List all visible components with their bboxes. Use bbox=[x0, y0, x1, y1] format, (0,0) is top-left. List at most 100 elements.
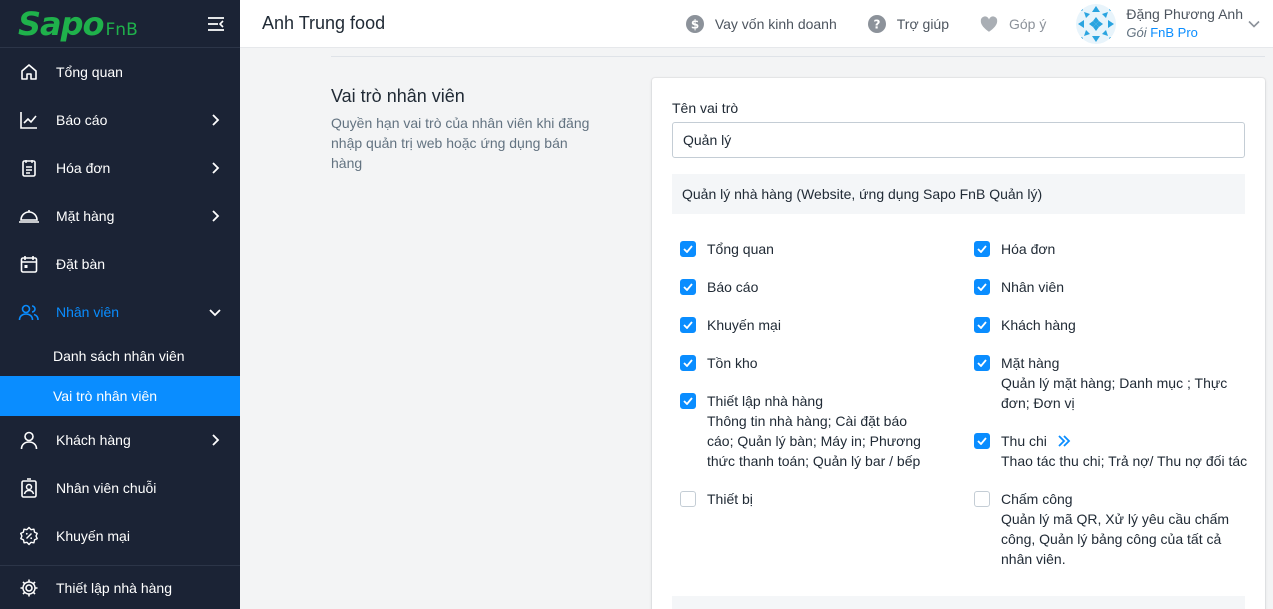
user-menu[interactable]: Đặng Phương Anh Gói FnB Pro bbox=[1076, 3, 1261, 44]
permission-cashbook[interactable]: Thu chi Thao tác thu chi; Trả nợ/ Thu nợ… bbox=[974, 432, 1254, 471]
permission-restaurant-settings[interactable]: Thiết lập nhà hàng Thông tin nhà hàng; C… bbox=[680, 392, 930, 471]
permission-devices[interactable]: Thiết bị bbox=[680, 490, 753, 508]
checkbox-checked[interactable] bbox=[974, 241, 990, 257]
permission-text: Khách hàng bbox=[1001, 316, 1076, 334]
feedback-link[interactable]: Góp ý bbox=[979, 14, 1046, 34]
permission-description: Quản lý mã QR, Xử lý yêu cầu chấm công, … bbox=[1001, 511, 1230, 567]
chart-line-icon bbox=[18, 109, 40, 131]
sidebar-item-label: Khuyến mại bbox=[56, 528, 130, 544]
permission-title: Chấm công bbox=[1001, 491, 1073, 507]
sidebar-item-restaurant-settings[interactable]: Thiết lập nhà hàng bbox=[0, 565, 240, 609]
permission-text: Mặt hàng Quản lý mặt hàng; Danh mục ; Th… bbox=[1001, 354, 1234, 413]
checkbox-checked[interactable] bbox=[974, 433, 990, 449]
store-name: Anh Trung food bbox=[262, 13, 386, 33]
permission-title: Hóa đơn bbox=[1001, 241, 1056, 257]
sidebar-item-customers[interactable]: Khách hàng bbox=[0, 416, 240, 464]
permission-text: Tổng quan bbox=[707, 240, 774, 258]
sidebar-item-promotions[interactable]: Khuyến mại bbox=[0, 512, 240, 560]
top-header: Anh Trung food $ Vay vốn kinh doanh ? Tr… bbox=[240, 0, 1273, 48]
role-name-input[interactable] bbox=[672, 122, 1245, 158]
permission-products[interactable]: Mặt hàng Quản lý mặt hàng; Danh mục ; Th… bbox=[974, 354, 1234, 413]
sidebar-subitem-label: Danh sách nhân viên bbox=[53, 348, 185, 364]
checkbox-checked[interactable] bbox=[974, 355, 990, 371]
chevron-right-icon bbox=[208, 113, 222, 127]
business-loan-label: Vay vốn kinh doanh bbox=[714, 15, 837, 32]
help-label: Trợ giúp bbox=[896, 15, 949, 32]
sidebar-item-label: Tổng quan bbox=[56, 64, 123, 80]
checkbox-unchecked[interactable] bbox=[680, 491, 696, 507]
permission-description: Thao tác thu chi; Trả nợ/ Thu nợ đối tác bbox=[1001, 453, 1248, 469]
checkbox-unchecked[interactable] bbox=[974, 491, 990, 507]
sidebar-subitem-staff-list[interactable]: Danh sách nhân viên bbox=[0, 336, 240, 376]
sidebar-item-label: Khách hàng bbox=[56, 432, 131, 448]
permission-description: Thông tin nhà hàng; Cài đặt báo cáo; Quả… bbox=[707, 413, 921, 469]
badge-icon bbox=[18, 477, 40, 499]
permission-inventory[interactable]: Tồn kho bbox=[680, 354, 758, 372]
permission-text: Hóa đơn bbox=[1001, 240, 1055, 258]
sidebar-subitem-label: Vai trò nhân viên bbox=[53, 388, 158, 404]
permission-overview[interactable]: Tổng quan bbox=[680, 240, 774, 258]
permission-customers[interactable]: Khách hàng bbox=[974, 316, 1076, 334]
user-name: Đặng Phương Anh bbox=[1126, 5, 1243, 22]
permission-group-header: Quản lý nhà hàng (Website, ứng dụng Sapo… bbox=[672, 174, 1245, 214]
sidebar-item-products[interactable]: Mặt hàng bbox=[0, 192, 240, 240]
logo-main-text: Sapo bbox=[18, 4, 105, 43]
checkbox-checked[interactable] bbox=[974, 317, 990, 333]
help-link[interactable]: ? Trợ giúp bbox=[867, 14, 949, 34]
permission-title: Nhân viên bbox=[1001, 279, 1065, 295]
sidebar-item-invoices[interactable]: Hóa đơn bbox=[0, 144, 240, 192]
sidebar-item-overview[interactable]: Tổng quan bbox=[0, 48, 240, 96]
avatar bbox=[1076, 3, 1117, 44]
permission-title-row: Thu chi bbox=[1001, 432, 1247, 450]
checkbox-checked[interactable] bbox=[680, 355, 696, 371]
permission-text: Tồn kho bbox=[707, 354, 758, 372]
business-loan-link[interactable]: $ Vay vốn kinh doanh bbox=[685, 14, 837, 34]
sidebar-subitem-staff-roles[interactable]: Vai trò nhân viên bbox=[0, 376, 240, 416]
divider bbox=[331, 56, 1265, 57]
permission-timekeeping[interactable]: Chấm công Quản lý mã QR, Xử lý yêu cầu c… bbox=[974, 490, 1234, 569]
user-text: Đặng Phương Anh Gói FnB Pro bbox=[1126, 5, 1243, 43]
checkbox-checked[interactable] bbox=[680, 393, 696, 409]
permission-text: Nhân viên bbox=[1001, 278, 1064, 296]
cloche-icon bbox=[18, 205, 40, 227]
home-icon bbox=[18, 61, 40, 83]
permission-text: Thiết bị bbox=[707, 490, 753, 508]
double-chevron-right-icon[interactable] bbox=[1057, 434, 1071, 448]
role-form-card: Tên vai trò Quản lý nhà hàng (Website, ứ… bbox=[652, 78, 1265, 609]
permission-promotions[interactable]: Khuyến mại bbox=[680, 316, 781, 334]
page-description: Quyền hạn vai trò của nhân viên khi đăng… bbox=[331, 115, 590, 171]
sapo-logo[interactable]: Sapo FnB bbox=[18, 8, 138, 40]
logo-bar: Sapo FnB bbox=[0, 0, 240, 48]
chevron-right-icon bbox=[208, 433, 222, 447]
user-plan: Gói FnB Pro bbox=[1126, 24, 1243, 42]
checkbox-checked[interactable] bbox=[680, 241, 696, 257]
permission-title: Mặt hàng bbox=[1001, 355, 1060, 371]
permission-title: Tổng quan bbox=[707, 241, 774, 257]
sidebar-item-label: Báo cáo bbox=[56, 112, 108, 128]
permission-description: Quản lý mặt hàng; Danh mục ; Thực đơn; Đ… bbox=[1001, 375, 1228, 411]
checkbox-checked[interactable] bbox=[680, 279, 696, 295]
permission-invoices[interactable]: Hóa đơn bbox=[974, 240, 1055, 258]
chevron-right-icon bbox=[208, 161, 222, 175]
chevron-right-icon bbox=[208, 209, 222, 223]
collapse-menu-icon[interactable] bbox=[206, 16, 226, 32]
permission-text: Chấm công Quản lý mã QR, Xử lý yêu cầu c… bbox=[1001, 490, 1234, 569]
heart-icon bbox=[979, 14, 999, 34]
svg-text:$: $ bbox=[691, 17, 699, 31]
sidebar-item-reports[interactable]: Báo cáo bbox=[0, 96, 240, 144]
permission-title: Thiết bị bbox=[707, 491, 753, 507]
permission-group-header-2 bbox=[672, 596, 1245, 609]
user-icon bbox=[18, 429, 40, 451]
calendar-icon bbox=[18, 253, 40, 275]
sidebar-item-staff[interactable]: Nhân viên bbox=[0, 288, 240, 336]
sidebar-item-chain-staff[interactable]: Nhân viên chuỗi bbox=[0, 464, 240, 512]
question-circle-icon: ? bbox=[867, 14, 887, 34]
checkbox-checked[interactable] bbox=[680, 317, 696, 333]
permission-title: Khách hàng bbox=[1001, 317, 1076, 333]
permission-title: Thu chi bbox=[1001, 433, 1047, 449]
permission-reports[interactable]: Báo cáo bbox=[680, 278, 758, 296]
permission-title: Tồn kho bbox=[707, 355, 758, 371]
permission-staff[interactable]: Nhân viên bbox=[974, 278, 1064, 296]
sidebar-item-reservations[interactable]: Đặt bàn bbox=[0, 240, 240, 288]
checkbox-checked[interactable] bbox=[974, 279, 990, 295]
